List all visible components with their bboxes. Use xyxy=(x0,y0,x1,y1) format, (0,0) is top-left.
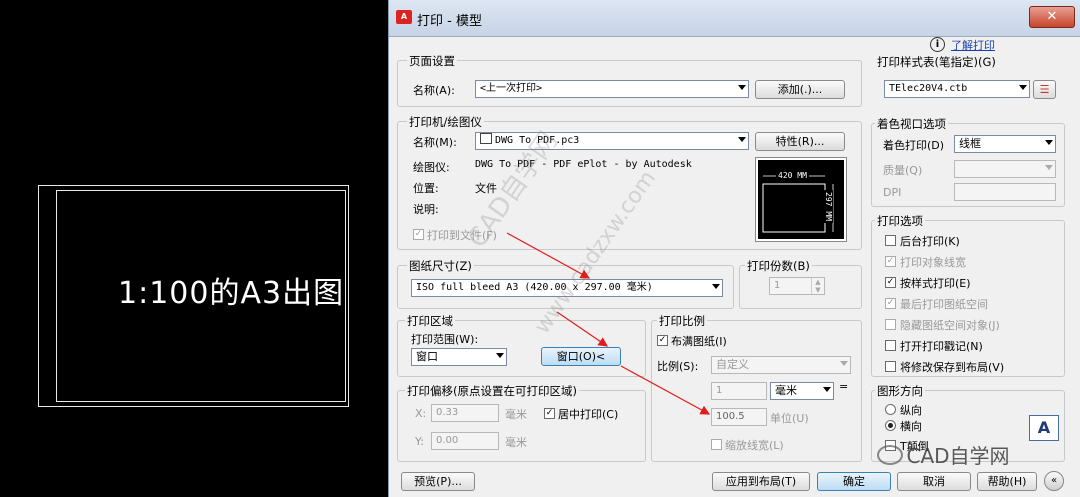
plot-dialog: A 打印 - 模型 ✕ i 了解打印 页面设置 名称(A): <上一次打印> 添… xyxy=(388,0,1080,497)
annotation-arrows xyxy=(506,232,711,415)
arrow-to-paper-size xyxy=(506,232,591,279)
arrow-to-window-button xyxy=(556,311,608,347)
arrow-to-scale-units xyxy=(620,365,711,415)
sheet-label: 1:100的A3出图 xyxy=(118,276,345,311)
